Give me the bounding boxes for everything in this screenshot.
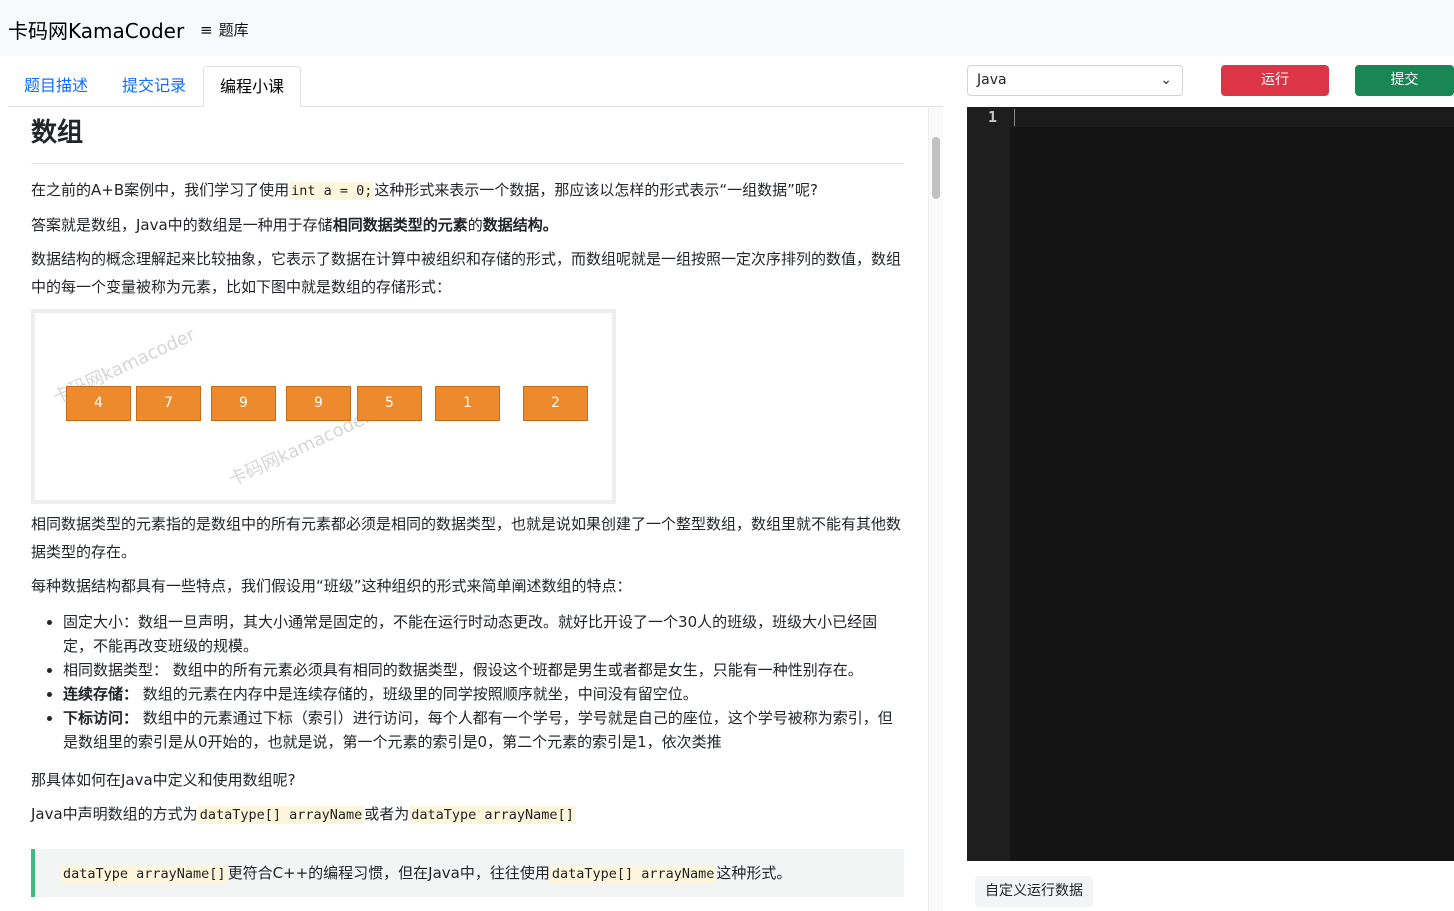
feature-list: 固定大小：数组一旦声明，其大小通常是固定的，不能在运行时动态更改。就好比开设了一… xyxy=(63,610,904,754)
lesson-content: 数组 在之前的A+B案例中，我们学习了使用 int a = 0; 这种形式来表示一个… xyxy=(8,107,928,911)
array-cell: 9 xyxy=(286,386,351,421)
problem-bank-menu[interactable]: ≡ 题库 xyxy=(200,19,249,40)
tab-bar: 题目描述 提交记录 编程小课 xyxy=(8,66,943,107)
content-scrollbar[interactable] xyxy=(928,107,943,911)
text-cursor xyxy=(1014,109,1015,126)
paragraph-answer: 答案就是数组，Java中的数组是一种用于存储相同数据类型的元素的数据结构。 xyxy=(31,216,558,234)
line-number: 1 xyxy=(987,108,997,126)
scrollbar-thumb[interactable] xyxy=(932,137,940,199)
code-editor[interactable]: 1 xyxy=(967,107,1454,861)
problem-bank-label: 题库 xyxy=(218,21,249,39)
active-line xyxy=(1010,107,1454,127)
list-item: 连续存储： 数组的元素在内存中是连续存储的，班级里的同学按照顺序就坐，中间没有留… xyxy=(63,682,904,706)
list-item: 固定大小：数组一旦声明，其大小通常是固定的，不能在运行时动态更改。就好比开设了一… xyxy=(63,610,904,658)
array-cell: 2 xyxy=(523,386,588,421)
top-navbar: 卡码网KamaCoder ≡ 题库 xyxy=(0,0,1454,56)
array-figure: 卡码网kamacoder 卡码网kamacoder 4 7 9 9 5 1 2 xyxy=(31,309,616,504)
paragraph-same-type: 相同数据类型的元素指的是数组中的所有元素都必须是相同的数据类型，也就是说如果创建… xyxy=(31,515,902,561)
paragraph-concept: 数据结构的概念理解起来比较抽象，它表示了数据在计算中被组织和存储的形式，而数组呢… xyxy=(31,250,902,296)
line-gutter: 1 xyxy=(967,107,1010,861)
brand-logo[interactable]: 卡码网KamaCoder xyxy=(8,15,184,44)
inline-code: int a = 0; xyxy=(289,182,375,200)
hamburger-icon: ≡ xyxy=(200,20,213,39)
list-item: 相同数据类型： 数组中的所有元素必须具有相同的数据类型，假设这个班都是男生或者都… xyxy=(63,658,904,682)
tab-description[interactable]: 题目描述 xyxy=(8,66,104,107)
run-button[interactable]: 运行 xyxy=(1221,65,1329,96)
chevron-down-icon: ⌄ xyxy=(1160,72,1172,88)
array-cell: 1 xyxy=(435,386,500,421)
language-value: Java xyxy=(977,72,1007,88)
array-cell: 4 xyxy=(66,386,131,421)
custom-input-button[interactable]: 自定义运行数据 xyxy=(975,876,1093,907)
array-cell: 9 xyxy=(211,386,276,421)
array-cell: 5 xyxy=(357,386,422,421)
tab-submissions[interactable]: 提交记录 xyxy=(106,66,202,107)
paragraph-declaration: Java中声明数组的方式为 dataType[] arrayName 或者为 data… xyxy=(31,805,576,824)
tab-lesson[interactable]: 编程小课 xyxy=(203,66,302,107)
paragraph-features: 每种数据结构都具有一些特点，我们假设用“班级”这种组织的形式来简单阐述数组的特点… xyxy=(31,577,632,595)
language-select[interactable]: Java ⌄ xyxy=(967,65,1183,96)
list-item: 下标访问： 数组中的元素通过下标（索引）进行访问，每个人都有一个学号，学号就是自… xyxy=(63,706,904,754)
note-blockquote: dataType arrayName[] 更符合C++的编程习惯，但在Java中，… xyxy=(31,849,904,897)
submit-button[interactable]: 提交 xyxy=(1355,65,1454,96)
array-cell: 7 xyxy=(136,386,201,421)
paragraph-question: 那具体如何在Java中定义和使用数组呢? xyxy=(31,771,296,789)
paragraph-intro: 在之前的A+B案例中，我们学习了使用 int a = 0; 这种形式来表示一个数据，… xyxy=(31,181,818,200)
page-title: 数组 xyxy=(31,107,904,164)
